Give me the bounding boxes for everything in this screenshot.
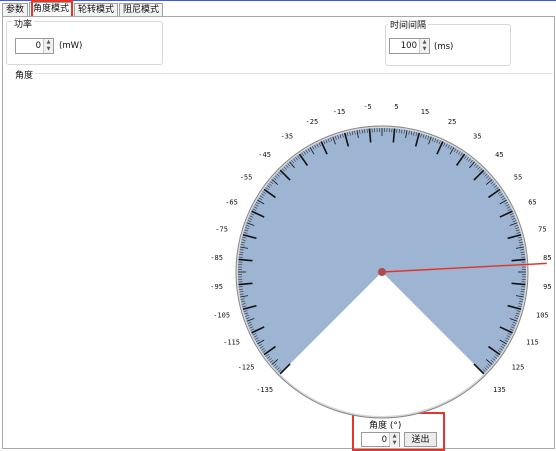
dial-label: -135 <box>256 386 273 394</box>
dial-label: 115 <box>526 339 539 347</box>
dial-label: 85 <box>543 254 551 262</box>
dial-label: -105 <box>213 311 230 319</box>
dial-label: -65 <box>225 198 238 206</box>
dial-label: -45 <box>258 151 271 159</box>
dial-label: 65 <box>528 198 536 206</box>
dial-label: 15 <box>421 108 429 116</box>
angle-dial[interactable]: -135-125-115-105-95-85-75-65-55-45-35-25… <box>0 0 556 448</box>
dial-label: -35 <box>280 133 293 141</box>
dial-label: -125 <box>238 364 255 372</box>
dial-label: 35 <box>473 133 481 141</box>
dial-label: -85 <box>210 254 223 262</box>
dial-label: -5 <box>363 103 371 111</box>
dial-label: -115 <box>223 339 240 347</box>
dial-hub <box>378 268 386 276</box>
dial-label: 135 <box>493 386 506 394</box>
dial-label: -15 <box>333 108 346 116</box>
dial-label: 75 <box>538 226 546 234</box>
dial-label: -25 <box>306 118 319 126</box>
dial-label: 25 <box>448 118 456 126</box>
dial-label: 45 <box>495 151 503 159</box>
dial-label: 105 <box>536 311 549 319</box>
dial-label: -95 <box>210 283 223 291</box>
dial-label: 55 <box>514 173 522 181</box>
dial-label: 5 <box>394 103 398 111</box>
dial-label: 95 <box>543 283 551 291</box>
dial-label: 125 <box>512 364 525 372</box>
dial-label: -55 <box>240 173 253 181</box>
dial-label: -75 <box>215 226 228 234</box>
